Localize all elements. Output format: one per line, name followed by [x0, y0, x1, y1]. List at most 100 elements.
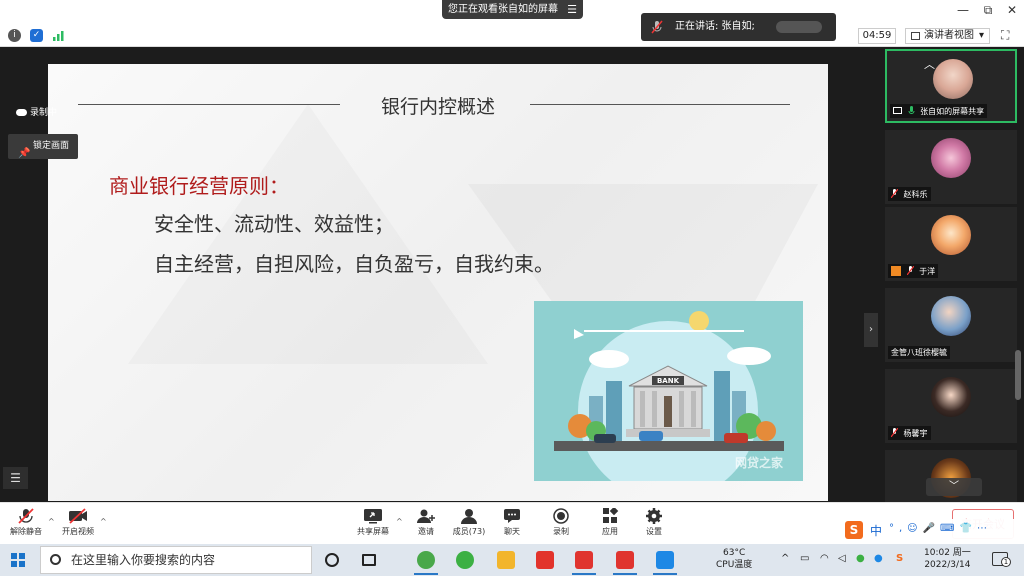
signal-icon[interactable]	[52, 29, 65, 42]
ime-toolbar[interactable]: S 中 °,☺🎤⌨👕⋯	[843, 519, 1018, 541]
windows-start-icon[interactable]	[11, 553, 25, 567]
taskbar-search-box[interactable]: 在这里输入你要搜索的内容	[40, 546, 312, 574]
mic-muted-icon	[651, 20, 663, 34]
wifi-icon[interactable]: ◠	[820, 553, 829, 564]
restore-button[interactable]: ⧉	[978, 3, 998, 18]
participant-name: 金管八班徐樱毓	[891, 348, 947, 357]
ime-tool-icons[interactable]: °,☺🎤⌨👕⋯	[889, 523, 992, 534]
view-mode-label: 演讲者视图	[924, 30, 974, 41]
work-app-icon[interactable]	[616, 551, 634, 569]
list-menu-icon[interactable]: ☰	[3, 467, 28, 489]
view-mode-button[interactable]: 演讲者视图 ▾	[905, 28, 990, 44]
clock-time: 10:02 周一	[924, 548, 971, 558]
participant-tile[interactable]: 杨馨宇	[885, 369, 1017, 443]
record-label: 录制	[553, 527, 569, 536]
active-app-indicator	[653, 573, 677, 575]
cpu-temperature-widget[interactable]: 63°C CPU温度	[716, 547, 752, 571]
tray-app-icon[interactable]: ▭	[800, 553, 809, 564]
participant-name-tag: 赵科乐	[888, 187, 931, 201]
tencent-meeting-icon[interactable]	[656, 551, 674, 569]
record-icon	[553, 508, 569, 524]
task-view-icon[interactable]	[362, 554, 376, 566]
slide-heading: 商业银行经营原则：	[109, 174, 289, 198]
invite-button[interactable]: 邀请	[412, 508, 440, 537]
share-options-caret-icon[interactable]: ^	[396, 517, 403, 526]
participant-name-tag: 张自如的屏幕共享	[890, 104, 988, 118]
tray-app-icon[interactable]: ●	[874, 553, 883, 564]
collapse-gallery-arrow-icon[interactable]: ›	[864, 313, 878, 347]
members-label: 成员(73)	[452, 527, 486, 536]
recording-label: 录制中	[30, 108, 58, 118]
apps-label: 应用	[602, 527, 618, 536]
close-button[interactable]: ✕	[1002, 3, 1022, 17]
settings-button[interactable]: 设置	[642, 508, 666, 537]
apps-button[interactable]: 应用	[598, 508, 622, 537]
wechat-icon[interactable]	[456, 551, 474, 569]
cloud-icon	[16, 109, 27, 116]
settings-label: 设置	[646, 527, 662, 536]
lock-screen-label: 锁定画面	[33, 141, 70, 151]
avatar	[931, 138, 971, 178]
gallery-scroll-down-icon[interactable]: ﹀	[926, 478, 982, 496]
participant-name: 杨馨宇	[903, 429, 928, 438]
slide-point-1: 安全性、流动性、效益性；	[154, 212, 394, 236]
pin-icon: 📌	[18, 148, 31, 159]
user-icon	[891, 266, 901, 276]
unmute-button[interactable]: 解除静音	[8, 508, 44, 537]
share-screen-button[interactable]: 共享屏幕	[355, 508, 391, 537]
members-icon	[461, 509, 477, 524]
tray-app-icon[interactable]: ●	[856, 553, 865, 564]
active-app-indicator	[572, 573, 596, 575]
participant-tile[interactable]: 赵科乐	[885, 130, 1017, 204]
file-explorer-icon[interactable]	[497, 551, 515, 569]
lock-screen-button[interactable]: 📌 锁定画面	[8, 134, 78, 159]
start-video-label: 开启视频	[62, 527, 94, 536]
bank-illustration: BANK 网贷之家	[534, 301, 803, 481]
gallery-scrollbar[interactable]	[1015, 350, 1021, 400]
participant-tile[interactable]: 于洋	[885, 207, 1017, 281]
video-options-caret-icon[interactable]: ^	[100, 517, 107, 526]
chat-label: 聊天	[504, 527, 520, 536]
shield-icon[interactable]: ✓	[30, 29, 43, 42]
gear-icon	[646, 508, 662, 524]
record-button[interactable]: 录制	[549, 508, 573, 537]
cortana-icon[interactable]	[325, 553, 339, 567]
minimize-button[interactable]: —	[953, 3, 973, 17]
members-button[interactable]: 成员(73)	[450, 508, 488, 537]
sogou-tray-icon[interactable]: S	[896, 553, 903, 564]
work-app-icon[interactable]	[575, 551, 593, 569]
apps-icon	[603, 508, 619, 523]
cpu-temperature: 63°C	[723, 548, 746, 558]
participant-tile[interactable]: 张自如的屏幕共享	[885, 49, 1017, 123]
chevron-down-icon: ▾	[978, 30, 984, 41]
notification-center-icon[interactable]: 1	[992, 552, 1011, 567]
meeting-timer: 04:59	[858, 28, 896, 44]
chat-button[interactable]: 聊天	[500, 508, 524, 537]
watermark-text: 网贷之家	[735, 455, 784, 470]
slide-title: 银行内控概述	[380, 96, 495, 118]
wps-icon[interactable]	[536, 551, 554, 569]
avatar	[931, 377, 971, 417]
audio-options-caret-icon[interactable]: ^	[48, 517, 55, 526]
mic-muted-icon	[906, 266, 914, 275]
info-icon[interactable]: i	[8, 29, 21, 42]
avatar	[931, 215, 971, 255]
share-screen-label: 共享屏幕	[357, 527, 389, 536]
title-bar: 您正在观看张自如的屏幕 ☰ — ⧉ ✕	[0, 0, 1024, 24]
chat-icon	[504, 509, 520, 523]
volume-icon[interactable]: ◁	[838, 553, 846, 564]
tray-expand-icon[interactable]: ^	[781, 553, 789, 564]
system-clock[interactable]: 10:02 周一 2022/3/14	[924, 547, 971, 571]
banner-menu-icon[interactable]: ☰	[567, 0, 577, 19]
participant-tile[interactable]: 金管八班徐樱毓	[885, 288, 1017, 362]
participant-gallery: 张自如的屏幕共享 赵科乐 于洋 金管八班徐樱毓 杨馨宇	[880, 47, 1024, 502]
participant-name-tag: 金管八班徐樱毓	[888, 346, 950, 359]
viewing-screen-banner[interactable]: 您正在观看张自如的屏幕 ☰	[442, 0, 583, 19]
browser-icon[interactable]	[417, 551, 435, 569]
ime-language-toggle[interactable]: 中	[870, 522, 882, 539]
start-video-button[interactable]: 开启视频	[60, 508, 96, 537]
fullscreen-icon[interactable]: ⛶	[1001, 28, 1009, 43]
gallery-scroll-up-icon[interactable]: ︿	[924, 56, 935, 72]
windows-taskbar: 在这里输入你要搜索的内容 63°C CPU温度 ^ ▭ ◠ ◁ ● ● S 10…	[0, 544, 1024, 576]
mic-muted-icon	[891, 428, 898, 437]
